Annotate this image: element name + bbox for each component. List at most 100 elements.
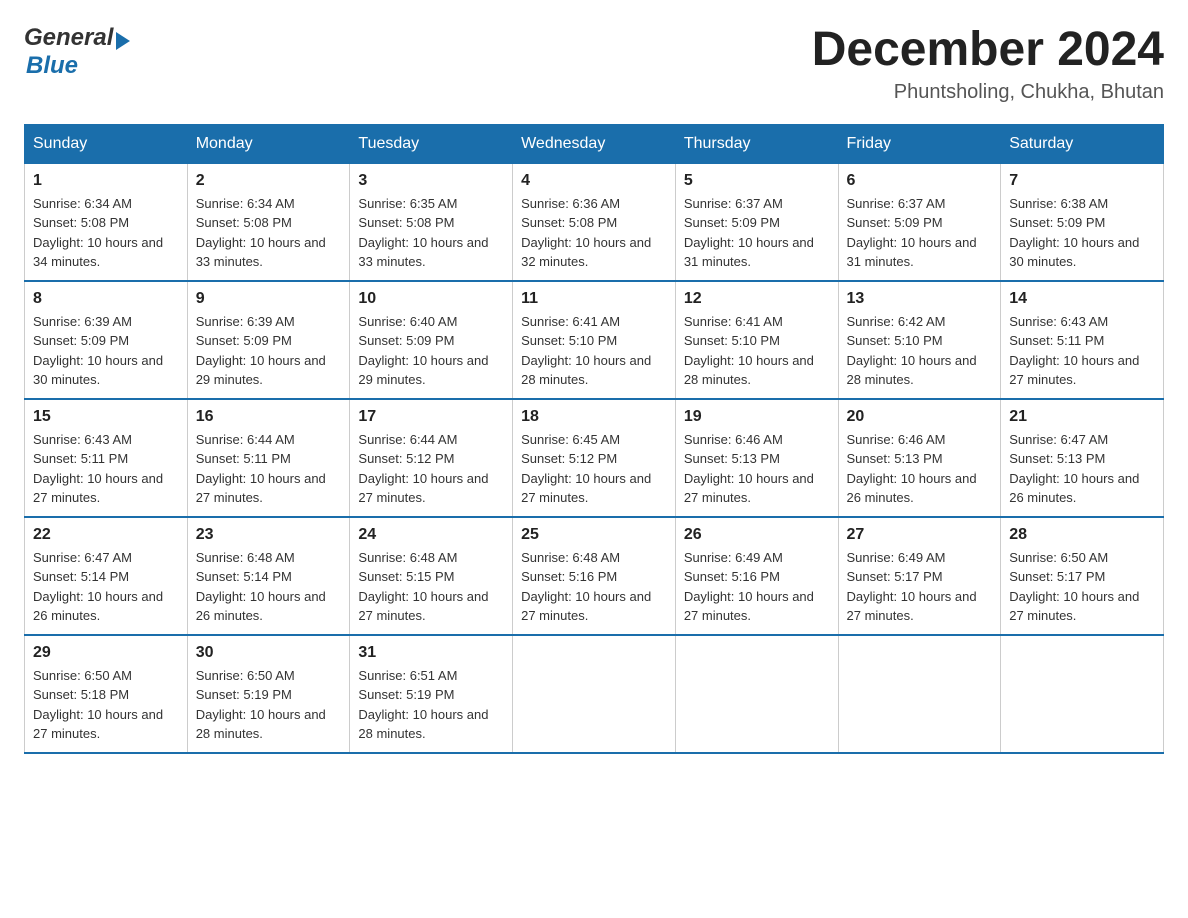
day-number: 5 <box>684 172 830 190</box>
day-info: Sunrise: 6:48 AM Sunset: 5:16 PM Dayligh… <box>521 548 667 626</box>
calendar-cell: 6 Sunrise: 6:37 AM Sunset: 5:09 PM Dayli… <box>838 163 1001 281</box>
calendar-cell: 26 Sunrise: 6:49 AM Sunset: 5:16 PM Dayl… <box>675 517 838 635</box>
day-number: 8 <box>33 290 179 308</box>
day-info: Sunrise: 6:50 AM Sunset: 5:18 PM Dayligh… <box>33 666 179 744</box>
calendar-table: Sunday Monday Tuesday Wednesday Thursday… <box>24 124 1164 754</box>
location-subtitle: Phuntsholing, Chukha, Bhutan <box>812 81 1164 104</box>
day-info: Sunrise: 6:39 AM Sunset: 5:09 PM Dayligh… <box>33 312 179 390</box>
header-row: Sunday Monday Tuesday Wednesday Thursday… <box>25 124 1164 163</box>
day-info: Sunrise: 6:44 AM Sunset: 5:11 PM Dayligh… <box>196 430 342 508</box>
calendar-week-2: 8 Sunrise: 6:39 AM Sunset: 5:09 PM Dayli… <box>25 281 1164 399</box>
calendar-cell: 28 Sunrise: 6:50 AM Sunset: 5:17 PM Dayl… <box>1001 517 1164 635</box>
day-info: Sunrise: 6:42 AM Sunset: 5:10 PM Dayligh… <box>847 312 993 390</box>
day-number: 14 <box>1009 290 1155 308</box>
calendar-cell: 4 Sunrise: 6:36 AM Sunset: 5:08 PM Dayli… <box>513 163 676 281</box>
day-info: Sunrise: 6:41 AM Sunset: 5:10 PM Dayligh… <box>684 312 830 390</box>
day-info: Sunrise: 6:50 AM Sunset: 5:17 PM Dayligh… <box>1009 548 1155 626</box>
day-number: 12 <box>684 290 830 308</box>
calendar-header: Sunday Monday Tuesday Wednesday Thursday… <box>25 124 1164 163</box>
calendar-week-5: 29 Sunrise: 6:50 AM Sunset: 5:18 PM Dayl… <box>25 635 1164 753</box>
calendar-cell: 17 Sunrise: 6:44 AM Sunset: 5:12 PM Dayl… <box>350 399 513 517</box>
calendar-cell: 11 Sunrise: 6:41 AM Sunset: 5:10 PM Dayl… <box>513 281 676 399</box>
calendar-cell: 23 Sunrise: 6:48 AM Sunset: 5:14 PM Dayl… <box>187 517 350 635</box>
title-area: December 2024 Phuntsholing, Chukha, Bhut… <box>812 24 1164 104</box>
day-info: Sunrise: 6:34 AM Sunset: 5:08 PM Dayligh… <box>196 194 342 272</box>
logo-arrow-icon <box>116 32 130 50</box>
col-wednesday: Wednesday <box>513 124 676 163</box>
calendar-week-1: 1 Sunrise: 6:34 AM Sunset: 5:08 PM Dayli… <box>25 163 1164 281</box>
day-number: 25 <box>521 526 667 544</box>
col-thursday: Thursday <box>675 124 838 163</box>
day-number: 1 <box>33 172 179 190</box>
col-friday: Friday <box>838 124 1001 163</box>
calendar-cell: 7 Sunrise: 6:38 AM Sunset: 5:09 PM Dayli… <box>1001 163 1164 281</box>
month-title: December 2024 <box>812 24 1164 77</box>
day-number: 17 <box>358 408 504 426</box>
calendar-cell: 14 Sunrise: 6:43 AM Sunset: 5:11 PM Dayl… <box>1001 281 1164 399</box>
day-info: Sunrise: 6:36 AM Sunset: 5:08 PM Dayligh… <box>521 194 667 272</box>
calendar-cell: 9 Sunrise: 6:39 AM Sunset: 5:09 PM Dayli… <box>187 281 350 399</box>
calendar-cell: 15 Sunrise: 6:43 AM Sunset: 5:11 PM Dayl… <box>25 399 188 517</box>
col-tuesday: Tuesday <box>350 124 513 163</box>
day-info: Sunrise: 6:37 AM Sunset: 5:09 PM Dayligh… <box>684 194 830 272</box>
day-info: Sunrise: 6:34 AM Sunset: 5:08 PM Dayligh… <box>33 194 179 272</box>
day-number: 30 <box>196 644 342 662</box>
logo: General Blue <box>24 24 130 80</box>
col-monday: Monday <box>187 124 350 163</box>
day-number: 19 <box>684 408 830 426</box>
day-info: Sunrise: 6:49 AM Sunset: 5:17 PM Dayligh… <box>847 548 993 626</box>
day-number: 3 <box>358 172 504 190</box>
day-number: 31 <box>358 644 504 662</box>
day-info: Sunrise: 6:40 AM Sunset: 5:09 PM Dayligh… <box>358 312 504 390</box>
calendar-cell: 13 Sunrise: 6:42 AM Sunset: 5:10 PM Dayl… <box>838 281 1001 399</box>
day-info: Sunrise: 6:51 AM Sunset: 5:19 PM Dayligh… <box>358 666 504 744</box>
day-number: 15 <box>33 408 179 426</box>
logo-general-text: General <box>24 24 113 52</box>
day-info: Sunrise: 6:48 AM Sunset: 5:15 PM Dayligh… <box>358 548 504 626</box>
day-number: 7 <box>1009 172 1155 190</box>
calendar-cell <box>675 635 838 753</box>
day-number: 23 <box>196 526 342 544</box>
day-number: 22 <box>33 526 179 544</box>
day-number: 28 <box>1009 526 1155 544</box>
day-info: Sunrise: 6:41 AM Sunset: 5:10 PM Dayligh… <box>521 312 667 390</box>
day-info: Sunrise: 6:44 AM Sunset: 5:12 PM Dayligh… <box>358 430 504 508</box>
calendar-cell <box>838 635 1001 753</box>
calendar-cell: 1 Sunrise: 6:34 AM Sunset: 5:08 PM Dayli… <box>25 163 188 281</box>
calendar-cell: 27 Sunrise: 6:49 AM Sunset: 5:17 PM Dayl… <box>838 517 1001 635</box>
calendar-cell: 3 Sunrise: 6:35 AM Sunset: 5:08 PM Dayli… <box>350 163 513 281</box>
day-info: Sunrise: 6:45 AM Sunset: 5:12 PM Dayligh… <box>521 430 667 508</box>
day-number: 21 <box>1009 408 1155 426</box>
day-info: Sunrise: 6:47 AM Sunset: 5:13 PM Dayligh… <box>1009 430 1155 508</box>
day-info: Sunrise: 6:48 AM Sunset: 5:14 PM Dayligh… <box>196 548 342 626</box>
day-number: 4 <box>521 172 667 190</box>
day-info: Sunrise: 6:37 AM Sunset: 5:09 PM Dayligh… <box>847 194 993 272</box>
calendar-cell: 20 Sunrise: 6:46 AM Sunset: 5:13 PM Dayl… <box>838 399 1001 517</box>
calendar-body: 1 Sunrise: 6:34 AM Sunset: 5:08 PM Dayli… <box>25 163 1164 753</box>
day-number: 26 <box>684 526 830 544</box>
calendar-week-3: 15 Sunrise: 6:43 AM Sunset: 5:11 PM Dayl… <box>25 399 1164 517</box>
day-number: 24 <box>358 526 504 544</box>
day-number: 11 <box>521 290 667 308</box>
day-info: Sunrise: 6:46 AM Sunset: 5:13 PM Dayligh… <box>847 430 993 508</box>
day-info: Sunrise: 6:38 AM Sunset: 5:09 PM Dayligh… <box>1009 194 1155 272</box>
calendar-cell: 19 Sunrise: 6:46 AM Sunset: 5:13 PM Dayl… <box>675 399 838 517</box>
calendar-cell: 18 Sunrise: 6:45 AM Sunset: 5:12 PM Dayl… <box>513 399 676 517</box>
day-info: Sunrise: 6:47 AM Sunset: 5:14 PM Dayligh… <box>33 548 179 626</box>
day-info: Sunrise: 6:39 AM Sunset: 5:09 PM Dayligh… <box>196 312 342 390</box>
day-number: 20 <box>847 408 993 426</box>
calendar-cell: 8 Sunrise: 6:39 AM Sunset: 5:09 PM Dayli… <box>25 281 188 399</box>
page-header: General Blue December 2024 Phuntsholing,… <box>24 24 1164 104</box>
calendar-cell: 5 Sunrise: 6:37 AM Sunset: 5:09 PM Dayli… <box>675 163 838 281</box>
day-info: Sunrise: 6:35 AM Sunset: 5:08 PM Dayligh… <box>358 194 504 272</box>
calendar-cell <box>513 635 676 753</box>
day-info: Sunrise: 6:43 AM Sunset: 5:11 PM Dayligh… <box>33 430 179 508</box>
day-number: 16 <box>196 408 342 426</box>
calendar-cell: 10 Sunrise: 6:40 AM Sunset: 5:09 PM Dayl… <box>350 281 513 399</box>
day-info: Sunrise: 6:49 AM Sunset: 5:16 PM Dayligh… <box>684 548 830 626</box>
calendar-cell: 30 Sunrise: 6:50 AM Sunset: 5:19 PM Dayl… <box>187 635 350 753</box>
calendar-cell: 25 Sunrise: 6:48 AM Sunset: 5:16 PM Dayl… <box>513 517 676 635</box>
day-number: 13 <box>847 290 993 308</box>
calendar-cell: 22 Sunrise: 6:47 AM Sunset: 5:14 PM Dayl… <box>25 517 188 635</box>
col-sunday: Sunday <box>25 124 188 163</box>
